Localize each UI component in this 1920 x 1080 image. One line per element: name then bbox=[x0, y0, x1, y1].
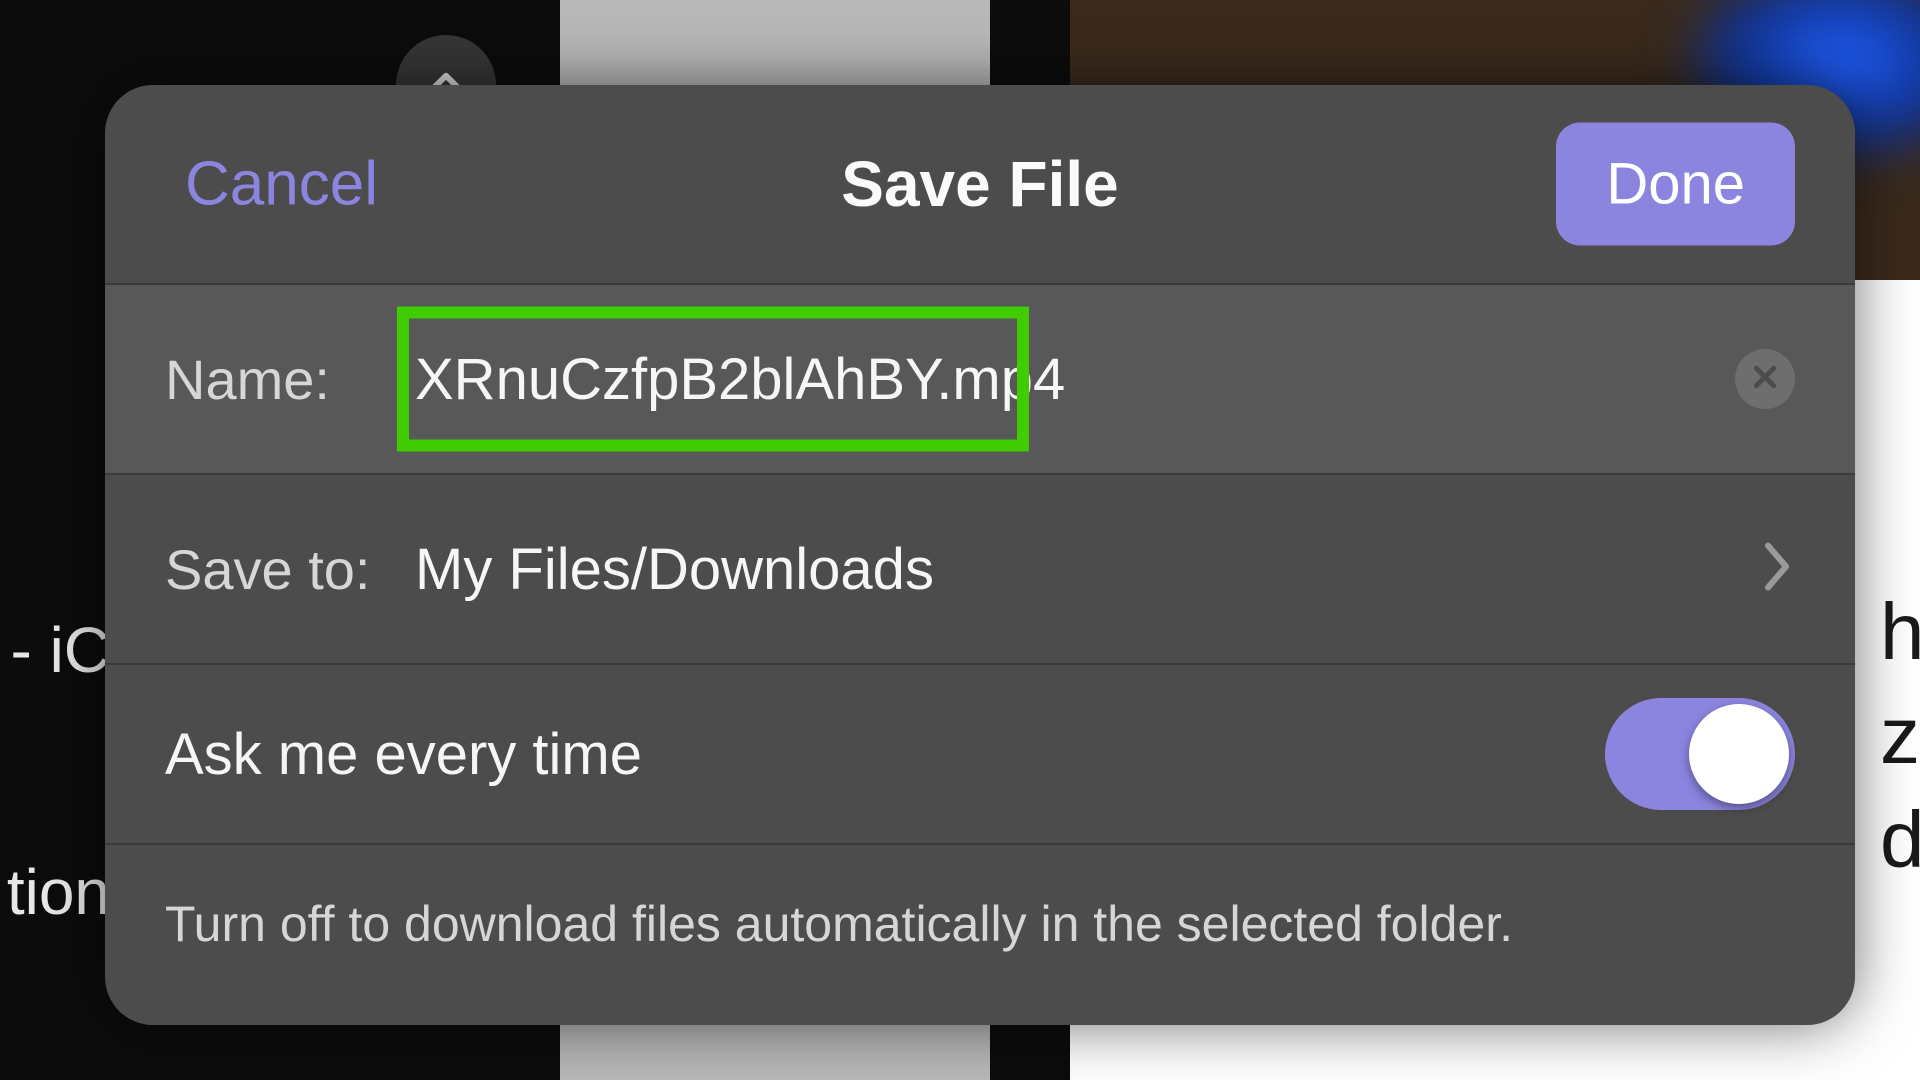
background-right-text: hi zr dl bbox=[1880, 580, 1920, 892]
background-left-text: - iC tion bbox=[0, 590, 110, 953]
save-to-row[interactable]: Save to: My Files/Downloads bbox=[105, 475, 1855, 665]
cancel-button[interactable]: Cancel bbox=[185, 149, 378, 220]
clear-name-button[interactable] bbox=[1735, 349, 1795, 409]
save-file-sheet: Cancel Save File Done Name: XRnuCzfpB2bl… bbox=[105, 85, 1855, 1025]
footer-note: Turn off to download files automatically… bbox=[105, 845, 1855, 953]
ask-every-time-label: Ask me every time bbox=[165, 721, 1605, 788]
toggle-knob bbox=[1689, 704, 1789, 804]
name-row: Name: XRnuCzfpB2blAhBY.mp4 bbox=[105, 285, 1855, 475]
close-icon bbox=[1750, 362, 1780, 397]
sheet-title: Save File bbox=[841, 147, 1119, 221]
ask-every-time-toggle[interactable] bbox=[1605, 698, 1795, 810]
save-to-label: Save to: bbox=[165, 537, 415, 602]
filename-input[interactable]: XRnuCzfpB2blAhBY.mp4 bbox=[415, 346, 1795, 413]
ask-every-time-row: Ask me every time bbox=[105, 665, 1855, 845]
save-to-value: My Files/Downloads bbox=[415, 536, 1795, 603]
done-button[interactable]: Done bbox=[1556, 123, 1795, 246]
chevron-right-icon bbox=[1759, 540, 1795, 599]
name-label: Name: bbox=[165, 347, 415, 412]
sheet-header: Cancel Save File Done bbox=[105, 85, 1855, 285]
